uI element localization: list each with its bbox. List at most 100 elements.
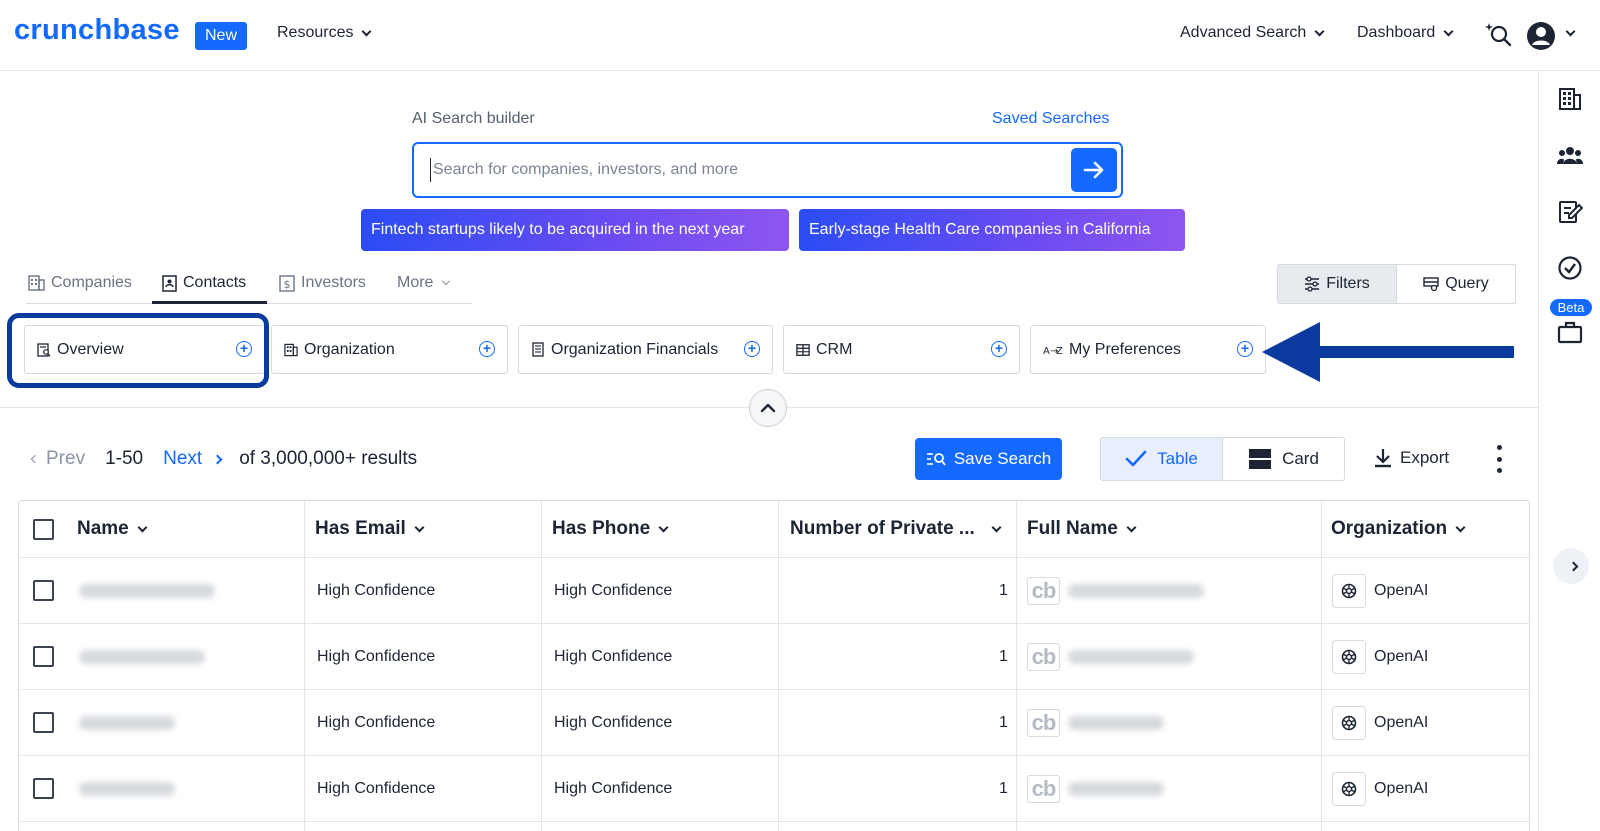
organization-name[interactable]: OpenAI xyxy=(1374,582,1428,600)
new-badge[interactable]: New xyxy=(195,22,248,50)
column-header-name[interactable]: Name xyxy=(77,501,148,557)
ai-search-input[interactable] xyxy=(430,158,1050,182)
column-header-organization[interactable]: Organization xyxy=(1331,501,1466,557)
checkbox[interactable] xyxy=(33,518,54,540)
column-header-private-count[interactable]: Number of Private ... xyxy=(790,501,1002,557)
annotation-arrow-icon xyxy=(1262,322,1514,382)
organization-name[interactable]: OpenAI xyxy=(1374,648,1428,666)
crunchbase-logo[interactable]: crunchbase xyxy=(14,14,180,47)
row-checkbox[interactable] xyxy=(33,756,54,821)
column-header-has-phone[interactable]: Has Phone xyxy=(552,501,669,557)
collapse-sections-button[interactable] xyxy=(749,389,787,427)
dashboard-menu[interactable]: Dashboard xyxy=(1357,24,1454,42)
tasks-rail-button[interactable] xyxy=(1556,254,1584,282)
has-email-cell: High Confidence xyxy=(317,581,436,599)
column-header-has-email[interactable]: Has Email xyxy=(315,501,425,557)
row-checkbox[interactable] xyxy=(33,690,54,755)
save-search-label: Save Search xyxy=(953,449,1052,468)
dollar-icon: $ xyxy=(279,274,295,292)
card-view-button[interactable]: Card xyxy=(1223,438,1344,480)
organization-name[interactable]: OpenAI xyxy=(1374,714,1428,732)
resources-menu[interactable]: Resources xyxy=(277,24,372,42)
contact-name-redacted[interactable] xyxy=(79,624,205,689)
expand-rail-button[interactable] xyxy=(1553,548,1589,584)
full-name-cell[interactable]: cb xyxy=(1027,558,1204,623)
tab-investors[interactable]: $ Investors xyxy=(279,274,366,292)
query-button[interactable]: Query xyxy=(1397,265,1515,303)
private-count-cell: 1 xyxy=(999,647,1008,665)
add-circle-icon[interactable]: + xyxy=(744,341,760,357)
column-label: Name xyxy=(77,518,129,539)
crunchbase-placeholder-icon: cb xyxy=(1027,708,1060,737)
crunchbase-placeholder-icon: cb xyxy=(1027,774,1060,803)
contact-name-redacted[interactable] xyxy=(79,690,175,755)
suggestion-chip[interactable]: Fintech startups likely to be acquired i… xyxy=(361,209,789,251)
section-crm[interactable]: CRM + xyxy=(783,325,1020,374)
organization-cell[interactable]: OpenAI xyxy=(1332,624,1428,689)
export-label: Export xyxy=(1400,448,1450,467)
suggestion-chip[interactable]: Early-stage Health Care companies in Cal… xyxy=(799,209,1185,251)
tab-contacts[interactable]: Contacts xyxy=(162,274,246,292)
filters-button[interactable]: Filters xyxy=(1278,265,1397,303)
next-page-button[interactable]: Next xyxy=(163,448,223,470)
more-options-icon[interactable] xyxy=(1495,445,1503,473)
overview-highlight-annotation xyxy=(7,313,269,388)
private-count-cell: 1 xyxy=(999,713,1008,731)
add-circle-icon[interactable]: + xyxy=(991,341,1007,357)
section-organization-financials[interactable]: Organization Financials + xyxy=(518,325,773,374)
table-row[interactable]: High Confidence High Confidence 1 cb Ope… xyxy=(19,690,1529,756)
search-submit-button[interactable] xyxy=(1071,148,1117,192)
notes-rail-button[interactable] xyxy=(1556,198,1584,226)
entity-tabs: Companies Contacts $ Investors More xyxy=(26,266,472,304)
checkbox[interactable] xyxy=(33,712,54,733)
result-range: 1-50 xyxy=(105,448,144,469)
people-rail-button[interactable] xyxy=(1556,142,1584,170)
select-all-checkbox[interactable] xyxy=(33,501,54,557)
contact-name-redacted[interactable] xyxy=(79,558,215,623)
full-name-cell[interactable]: cb xyxy=(1027,624,1194,689)
workspace-rail-button[interactable] xyxy=(1556,318,1584,346)
section-organization[interactable]: Organization + xyxy=(271,325,508,374)
checkbox[interactable] xyxy=(33,778,54,799)
tab-companies[interactable]: Companies xyxy=(28,274,132,292)
column-header-full-name[interactable]: Full Name xyxy=(1027,501,1137,557)
checkbox[interactable] xyxy=(33,646,54,667)
export-button[interactable]: Export xyxy=(1374,448,1449,468)
checkbox[interactable] xyxy=(33,580,54,601)
column-label: Number of Private ... xyxy=(790,518,975,539)
has-email-cell: High Confidence xyxy=(317,713,436,731)
organization-name[interactable]: OpenAI xyxy=(1374,780,1428,798)
row-checkbox[interactable] xyxy=(33,624,54,689)
ai-search-icon[interactable] xyxy=(1484,21,1512,49)
table-row[interactable]: High Confidence High Confidence 1 cb Ope… xyxy=(19,624,1529,690)
add-circle-icon[interactable]: + xyxy=(1237,341,1253,357)
chevron-down-icon xyxy=(1126,522,1137,532)
svg-text:A: A xyxy=(1043,346,1050,357)
save-search-button[interactable]: Save Search xyxy=(915,438,1062,480)
table-view-button[interactable]: Table xyxy=(1101,438,1223,480)
organization-cell[interactable]: OpenAI xyxy=(1332,690,1428,755)
prev-page-button[interactable]: Prev xyxy=(28,448,85,470)
chevron-down-icon[interactable] xyxy=(1565,26,1576,37)
advanced-search-menu[interactable]: Advanced Search xyxy=(1180,24,1325,42)
companies-rail-button[interactable] xyxy=(1556,85,1584,113)
full-name-cell[interactable]: cb xyxy=(1027,690,1164,755)
add-circle-icon[interactable]: + xyxy=(479,341,495,357)
organization-cell[interactable]: OpenAI xyxy=(1332,756,1428,821)
table-row[interactable]: High Confidence High Confidence 1 cb Ope… xyxy=(19,756,1529,822)
tab-more[interactable]: More xyxy=(397,274,451,292)
sliders-icon xyxy=(1305,276,1320,292)
contact-card-icon xyxy=(162,274,177,292)
arrow-right-icon xyxy=(1083,161,1104,179)
table-row[interactable]: High Confidence High Confidence 1 cb Ope… xyxy=(19,558,1529,624)
full-name-cell[interactable]: cb xyxy=(1027,756,1164,821)
svg-text:$: $ xyxy=(284,278,291,291)
contact-name-redacted[interactable] xyxy=(79,756,175,821)
section-organization-financials-label: Organization Financials xyxy=(551,340,719,358)
row-checkbox[interactable] xyxy=(33,558,54,623)
saved-searches-link[interactable]: Saved Searches xyxy=(992,110,1109,128)
section-my-preferences[interactable]: A → Z My Preferences + xyxy=(1030,325,1266,374)
account-avatar-icon[interactable] xyxy=(1525,20,1557,52)
chevron-up-icon xyxy=(760,403,776,413)
organization-cell[interactable]: OpenAI xyxy=(1332,558,1428,623)
